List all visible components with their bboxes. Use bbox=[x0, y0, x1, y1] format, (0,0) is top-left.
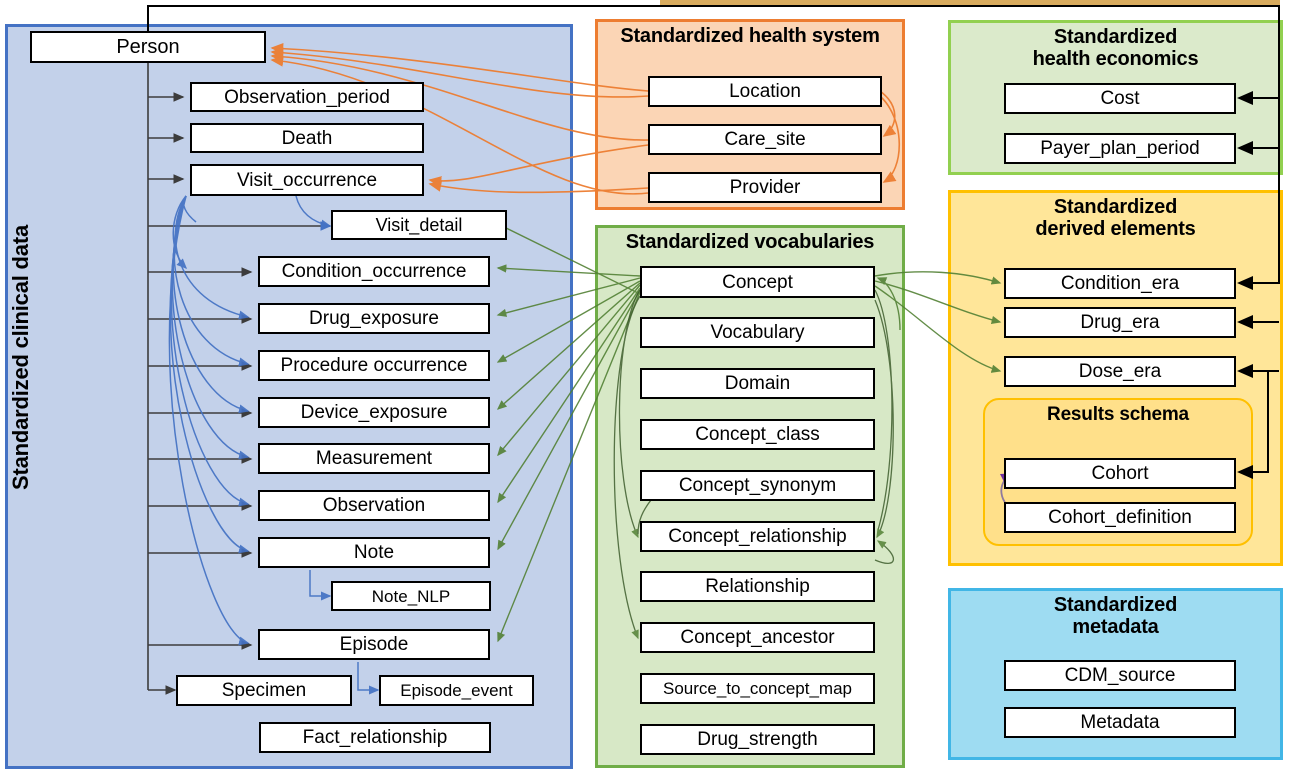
panel-health-system-title: Standardized health system bbox=[620, 25, 880, 47]
table-location[interactable]: Location bbox=[648, 76, 882, 107]
table-cohort[interactable]: Cohort bbox=[1004, 458, 1236, 489]
table-cdm-source[interactable]: CDM_source bbox=[1004, 660, 1236, 691]
table-care-site[interactable]: Care_site bbox=[648, 124, 882, 155]
panel-clinical-label: Standardized clinical data bbox=[8, 225, 33, 490]
table-observation-period[interactable]: Observation_period bbox=[190, 82, 424, 112]
table-visit-detail[interactable]: Visit_detail bbox=[331, 210, 507, 240]
table-drug-exposure[interactable]: Drug_exposure bbox=[258, 303, 490, 334]
table-cohort-definition[interactable]: Cohort_definition bbox=[1004, 502, 1236, 533]
panel-metadata-title-line1: Standardized bbox=[1053, 594, 1178, 616]
table-metadata[interactable]: Metadata bbox=[1004, 707, 1236, 738]
table-concept-synonym[interactable]: Concept_synonym bbox=[640, 470, 875, 501]
panel-vocabularies-title: Standardized vocabularies bbox=[625, 231, 875, 253]
panel-health-economics-title: Standardized health economics bbox=[948, 26, 1283, 71]
table-provider[interactable]: Provider bbox=[648, 172, 882, 203]
table-observation[interactable]: Observation bbox=[258, 490, 490, 521]
panel-health-economics-title-line1: Standardized bbox=[1053, 26, 1178, 48]
table-note[interactable]: Note bbox=[258, 537, 490, 568]
top-cropped-band bbox=[660, 0, 1280, 5]
table-cost[interactable]: Cost bbox=[1004, 83, 1236, 114]
table-condition-era[interactable]: Condition_era bbox=[1004, 268, 1236, 299]
panel-derived-elements-title-line1: Standardized bbox=[1053, 196, 1178, 218]
table-measurement[interactable]: Measurement bbox=[258, 443, 490, 474]
panel-health-economics-title-line2: health economics bbox=[1032, 48, 1199, 71]
table-episode-event[interactable]: Episode_event bbox=[379, 675, 534, 706]
omop-cdm-diagram: Standardized clinical data Standardized … bbox=[0, 0, 1300, 777]
table-concept-class[interactable]: Concept_class bbox=[640, 419, 875, 450]
table-vocabulary[interactable]: Vocabulary bbox=[640, 317, 875, 348]
table-dose-era[interactable]: Dose_era bbox=[1004, 356, 1236, 387]
table-domain[interactable]: Domain bbox=[640, 368, 875, 399]
panel-metadata-title-line2: metadata bbox=[1072, 616, 1159, 639]
table-episode[interactable]: Episode bbox=[258, 629, 490, 660]
panel-metadata-title: Standardized metadata bbox=[948, 594, 1283, 639]
table-death[interactable]: Death bbox=[190, 123, 424, 153]
panel-derived-elements-title: Standardized derived elements bbox=[948, 196, 1283, 241]
panel-derived-elements-title-line2: derived elements bbox=[1035, 218, 1196, 241]
table-concept-relationship[interactable]: Concept_relationship bbox=[640, 521, 875, 552]
table-specimen[interactable]: Specimen bbox=[176, 675, 352, 706]
table-concept[interactable]: Concept bbox=[640, 266, 875, 298]
panel-results-schema-title: Results schema bbox=[1047, 404, 1189, 425]
table-source-to-concept-map[interactable]: Source_to_concept_map bbox=[640, 673, 875, 704]
table-visit-occurrence[interactable]: Visit_occurrence bbox=[190, 164, 424, 196]
table-device-exposure[interactable]: Device_exposure bbox=[258, 397, 490, 428]
table-drug-era[interactable]: Drug_era bbox=[1004, 307, 1236, 338]
table-payer-plan-period[interactable]: Payer_plan_period bbox=[1004, 133, 1236, 164]
table-concept-ancestor[interactable]: Concept_ancestor bbox=[640, 622, 875, 653]
table-fact-relationship[interactable]: Fact_relationship bbox=[259, 722, 491, 753]
table-drug-strength[interactable]: Drug_strength bbox=[640, 724, 875, 755]
table-relationship[interactable]: Relationship bbox=[640, 571, 875, 602]
table-person[interactable]: Person bbox=[30, 31, 266, 63]
table-note-nlp[interactable]: Note_NLP bbox=[331, 581, 491, 611]
table-condition-occurrence[interactable]: Condition_occurrence bbox=[258, 256, 490, 287]
table-procedure-occurrence[interactable]: Procedure occurrence bbox=[258, 350, 490, 381]
